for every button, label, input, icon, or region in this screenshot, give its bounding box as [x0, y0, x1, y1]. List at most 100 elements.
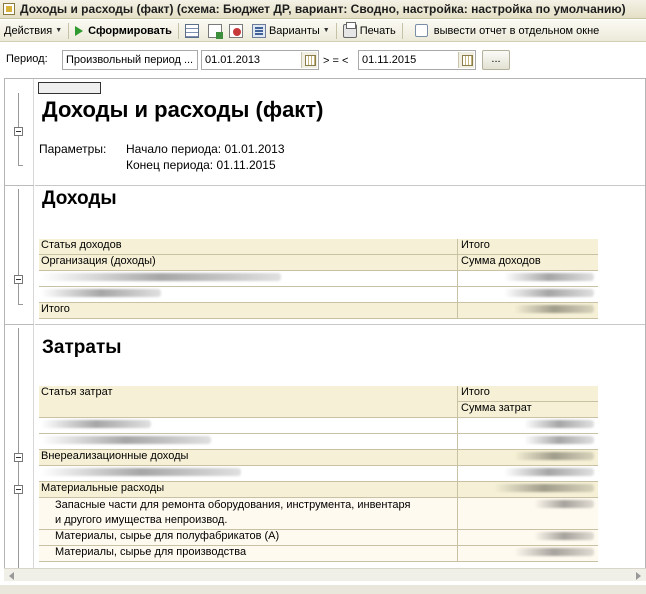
redacted-cell: [458, 498, 598, 529]
variants-menu-button[interactable]: Варианты ▼: [248, 21, 334, 41]
period-type-select[interactable]: Произвольный период ...: [62, 50, 198, 70]
cost-row-label: Материальные расходы: [39, 482, 458, 497]
income-total-row[interactable]: Итого: [39, 303, 598, 319]
redacted-text: [534, 532, 594, 541]
collapse-group-icon[interactable]: [14, 453, 23, 462]
period-separator: > = <: [323, 55, 349, 67]
actions-menu-button[interactable]: Действия ▼: [0, 21, 66, 41]
table-row[interactable]: [39, 271, 598, 287]
restore-settings-button[interactable]: [227, 21, 248, 41]
redacted-text: [504, 273, 594, 282]
cell-name-box: [38, 82, 101, 94]
table-row[interactable]: [39, 418, 598, 434]
redacted-cell: [458, 546, 598, 561]
period-from-value: 01.01.2013: [205, 54, 261, 66]
toolbar: Действия ▼ Сформировать Варианты ▼ Печат…: [0, 20, 646, 42]
income-col1-subheader: Организация (доходы): [39, 255, 458, 270]
settings-table-button[interactable]: [181, 21, 206, 41]
redacted-cell: [39, 418, 458, 433]
horizontal-scrollbar[interactable]: [4, 568, 646, 581]
scroll-left-icon[interactable]: [9, 572, 14, 580]
chevron-down-icon: ▼: [322, 27, 330, 34]
collapse-group-icon[interactable]: [14, 275, 23, 284]
redacted-text: [494, 484, 594, 493]
calendar-icon[interactable]: [301, 52, 317, 68]
redacted-text: [524, 436, 594, 445]
collapse-group-icon[interactable]: [14, 485, 23, 494]
redacted-cell: [458, 530, 598, 545]
income-subheader-row: Организация (доходы) Сумма доходов: [39, 255, 598, 271]
table-settings-icon: [184, 23, 199, 38]
period-from-field[interactable]: 01.01.2013: [201, 50, 319, 70]
table-row[interactable]: [39, 434, 598, 450]
checkbox-box[interactable]: [414, 24, 428, 37]
redacted-cell: [458, 418, 598, 433]
play-icon: [75, 25, 84, 36]
redacted-text: [504, 289, 594, 298]
section-divider: [35, 324, 645, 325]
cost-row-label: Материалы, сырье для полуфабрикатов (А): [39, 530, 458, 545]
redacted-text: [41, 436, 211, 445]
redacted-text: [524, 420, 594, 429]
toolbar-separator: [177, 22, 179, 39]
cost-row-label: Запасные части для ремонта оборудования,…: [55, 499, 411, 511]
income-heading: Доходы: [42, 188, 117, 209]
print-button[interactable]: Печать: [339, 21, 400, 41]
redacted-text: [514, 452, 594, 461]
collapse-group-icon[interactable]: [14, 127, 23, 136]
print-label: Печать: [359, 24, 396, 37]
save-settings-button[interactable]: [206, 21, 227, 41]
period-more-button[interactable]: ...: [482, 50, 510, 70]
redacted-text: [534, 500, 594, 509]
table-row[interactable]: Внереализационные доходы: [39, 450, 598, 466]
report-title: Доходы и расходы (факт): [42, 97, 324, 122]
redacted-cell: [458, 271, 598, 286]
calendar-icon[interactable]: [458, 52, 474, 68]
income-col2-header: Итого: [461, 239, 490, 251]
cost-row-label-multiline: Запасные части для ремонта оборудования,…: [39, 498, 458, 529]
income-col1-header: Статья доходов: [39, 239, 458, 254]
table-row[interactable]: Материальные расходы: [39, 482, 598, 498]
table-row[interactable]: Запасные части для ремонта оборудования,…: [39, 498, 598, 530]
income-col2-subheader: Сумма доходов: [461, 255, 541, 267]
generate-report-button[interactable]: Сформировать: [71, 21, 176, 41]
report-app-icon: [3, 3, 15, 15]
redacted-cell: [39, 434, 458, 449]
report-spreadsheet[interactable]: Доходы и расходы (факт) Параметры: Начал…: [4, 78, 646, 580]
redacted-cell: [458, 450, 598, 465]
printer-icon: [342, 21, 357, 38]
costs-header-row: Статья затрат Итого Сумма затрат: [39, 386, 598, 418]
toolbar-separator: [68, 22, 70, 39]
costs-col2-header-cell: Итого Сумма затрат: [458, 386, 598, 417]
period-type-value: Произвольный период ...: [66, 54, 194, 66]
restore-settings-icon: [228, 23, 243, 38]
period-to-field[interactable]: 01.11.2015: [358, 50, 476, 70]
variants-label: Варианты: [268, 24, 320, 37]
window-title: Доходы и расходы (факт) (схема: Бюджет Д…: [20, 2, 626, 16]
redacted-cell: [39, 271, 458, 286]
redacted-cell: [458, 303, 598, 318]
table-row[interactable]: [39, 287, 598, 303]
period-start-text: Начало периода: 01.01.2013: [126, 142, 285, 156]
actions-menu-label: Действия: [4, 24, 53, 37]
costs-col2-header: Итого: [458, 386, 598, 402]
costs-col1-header: Статья затрат: [39, 386, 458, 417]
redacted-cell: [458, 482, 598, 497]
chevron-down-icon: ▼: [55, 27, 63, 34]
redacted-text: [514, 548, 594, 557]
scroll-right-icon[interactable]: [636, 572, 641, 580]
income-total-label: Итого: [39, 303, 458, 318]
redacted-cell: [458, 466, 598, 481]
table-row[interactable]: Материалы, сырье для полуфабрикатов (А): [39, 530, 598, 546]
cost-row-label: Внереализационные доходы: [39, 450, 458, 465]
separate-window-checkbox[interactable]: вывести отчет в отдельном окне: [411, 21, 604, 41]
window-bottom-border: [0, 585, 646, 594]
cost-row-label: и другого имущества непроизвод.: [55, 514, 228, 526]
group-divider: [5, 185, 34, 186]
redacted-text: [504, 468, 594, 477]
toolbar-separator: [401, 22, 403, 39]
table-row[interactable]: Материалы, сырье для производства: [39, 546, 598, 562]
report-content: Доходы и расходы (факт) Параметры: Начал…: [35, 79, 645, 579]
redacted-cell: [39, 466, 458, 481]
table-row[interactable]: [39, 466, 598, 482]
